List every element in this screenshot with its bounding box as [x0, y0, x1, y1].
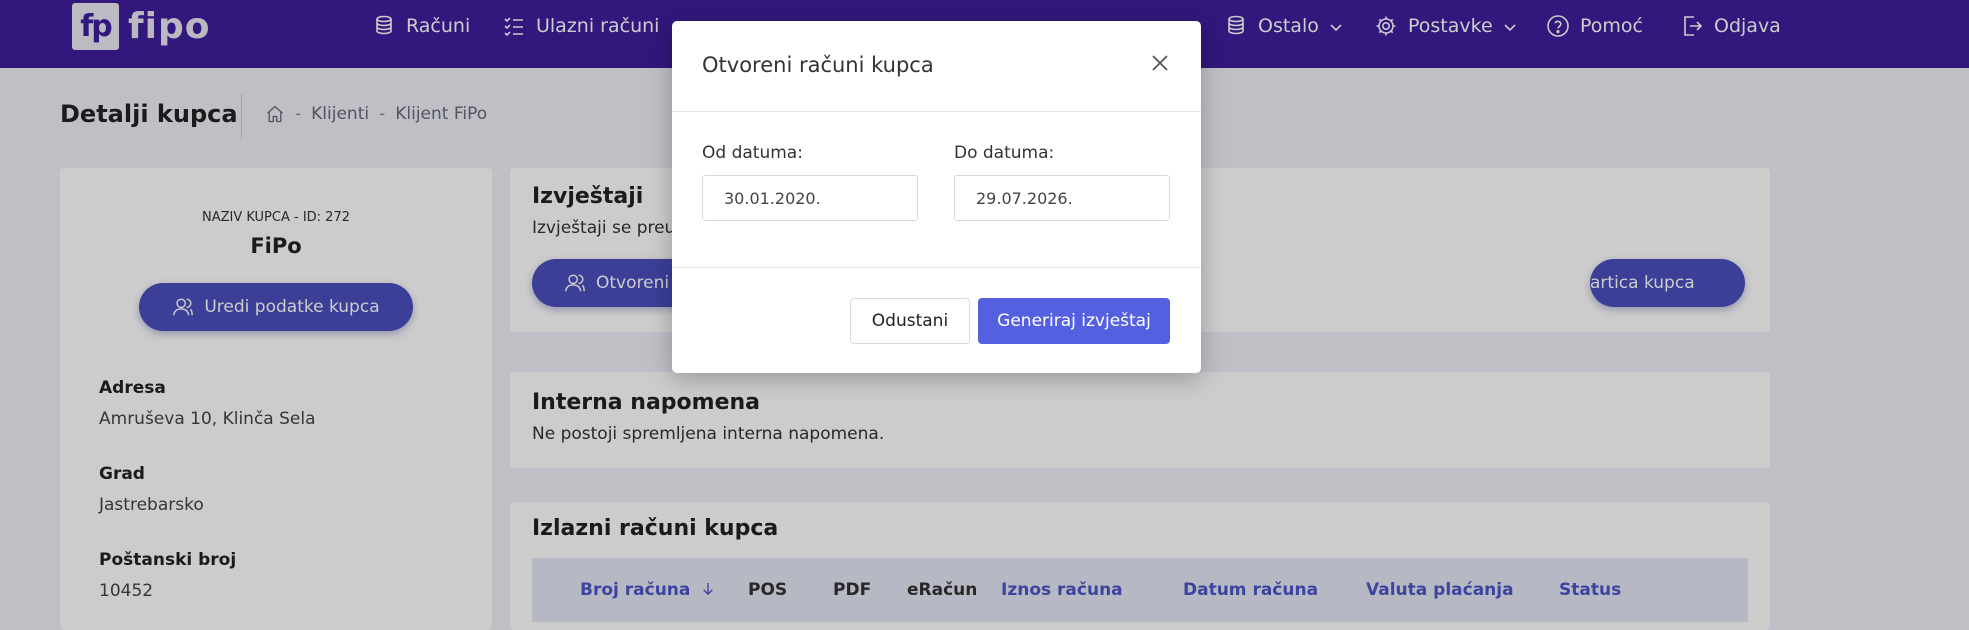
- generate-report-button[interactable]: Generiraj izvještaj: [978, 298, 1170, 344]
- modal-footer-divider: [672, 267, 1201, 268]
- modal-title: Otvoreni računi kupca: [702, 53, 934, 77]
- cancel-button[interactable]: Odustani: [850, 298, 970, 344]
- from-date-input[interactable]: [702, 175, 918, 221]
- modal-close-button[interactable]: [1148, 51, 1172, 75]
- from-date-label: Od datuma:: [702, 143, 803, 163]
- to-date-label: Do datuma:: [954, 143, 1055, 163]
- close-icon: [1152, 55, 1168, 71]
- open-invoices-modal: Otvoreni računi kupca Od datuma: Do datu…: [672, 21, 1201, 373]
- modal-header-divider: [672, 111, 1201, 112]
- to-date-input[interactable]: [954, 175, 1170, 221]
